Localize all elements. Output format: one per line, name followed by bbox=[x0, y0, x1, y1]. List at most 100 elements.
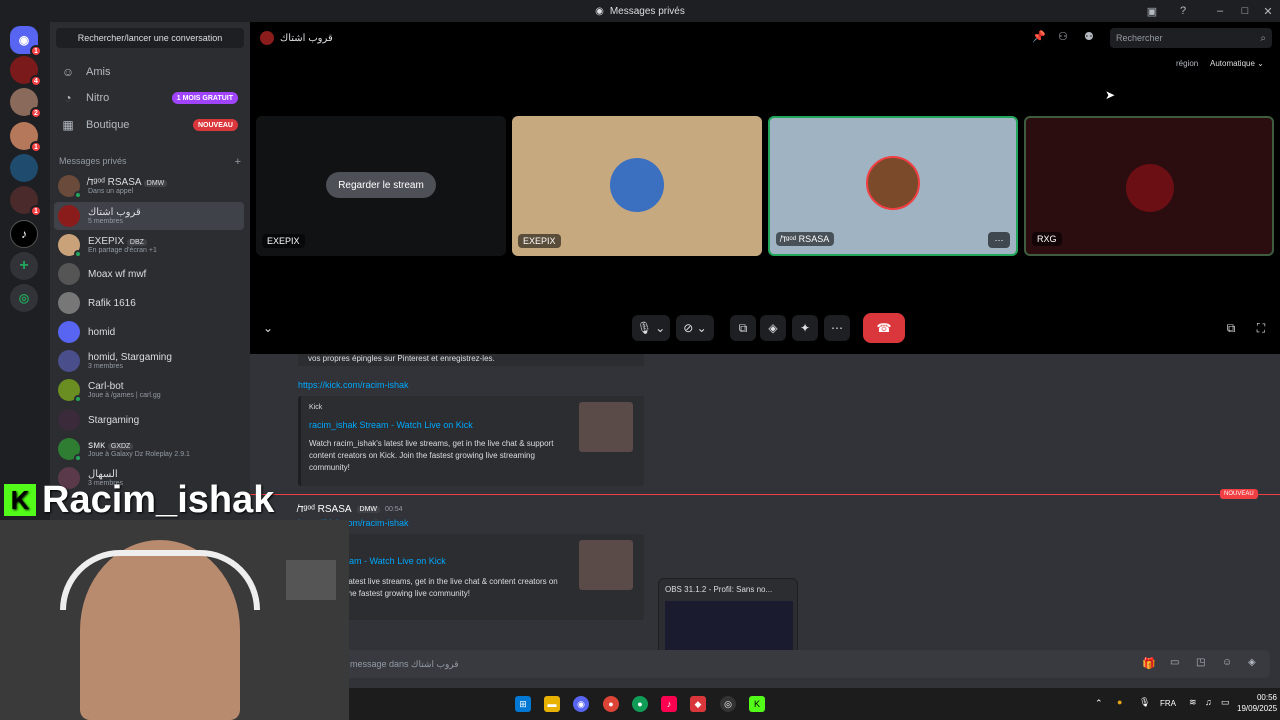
server-icon[interactable]: 1 bbox=[10, 186, 42, 217]
add-friends-icon[interactable]: ⚇ bbox=[1058, 30, 1068, 43]
inbox-icon[interactable]: ▣ bbox=[1140, 0, 1164, 22]
chrome-alt-icon[interactable]: ● bbox=[632, 696, 648, 712]
webcam-overlay bbox=[0, 520, 349, 720]
capcut-icon[interactable]: ♪ bbox=[661, 696, 677, 712]
dm-item[interactable]: ꜱᴍᴋ GXDZ Joue à Galaxy Dz Roleplay 2.9.1 bbox=[54, 435, 244, 463]
embed-description: Watch racim_ishak's latest live streams,… bbox=[309, 439, 554, 472]
avatar bbox=[58, 234, 82, 258]
chrome-icon[interactable]: ● bbox=[603, 696, 619, 712]
participant-tile-speaking[interactable]: ד̸ᵍᵒᵈ RSASA ⋯ bbox=[768, 116, 1018, 256]
dm-item[interactable]: Rafik 1616 bbox=[54, 289, 244, 317]
tray-chevron-icon[interactable]: ⌃ bbox=[1095, 698, 1103, 709]
tray-mic-icon[interactable]: 🎙 bbox=[1139, 697, 1150, 708]
dm-item[interactable]: ד̸ᵍᵒᵈ RSASA DMW Dans un appel bbox=[54, 172, 244, 200]
participant-avatar bbox=[866, 156, 920, 210]
nav-shop[interactable]: ▦ Boutique NOUVEAU bbox=[54, 113, 246, 137]
dm-item[interactable]: Moax wf mwf bbox=[54, 260, 244, 288]
server-icon[interactable]: 4 bbox=[10, 56, 42, 87]
dm-item[interactable]: Carl-bot Joue à /games | carl.gg bbox=[54, 376, 244, 404]
dm-item[interactable]: EXEPIX DBZ En partage d'écran +1 bbox=[54, 231, 244, 259]
screen-share-button[interactable]: ⧉ bbox=[730, 315, 756, 341]
participant-avatar bbox=[1126, 164, 1174, 212]
discord-icon: ◉ bbox=[595, 5, 604, 17]
activities-icon[interactable]: ◈ bbox=[760, 315, 786, 341]
participant-avatar bbox=[610, 158, 664, 212]
dm-name: Stargaming bbox=[88, 414, 140, 426]
discord-taskbar-icon[interactable]: ◉ bbox=[573, 696, 589, 712]
nitro-promo-badge: 1 MOIS GRATUIT bbox=[171, 92, 238, 104]
popout-icon[interactable]: ⧉ bbox=[1222, 315, 1240, 341]
avatar bbox=[58, 350, 80, 372]
windows-start-icon[interactable]: ⊞ bbox=[515, 696, 531, 712]
microphone-button[interactable]: 🎙 ⌄ bbox=[632, 315, 670, 341]
wifi-icon[interactable]: ≋ bbox=[1189, 697, 1197, 708]
add-dm-icon[interactable]: + bbox=[235, 156, 241, 168]
app-icon[interactable]: ◆ bbox=[690, 696, 706, 712]
dm-name: EXEPIX bbox=[88, 235, 125, 247]
close-button[interactable]: ✕ bbox=[1256, 0, 1280, 22]
message-author[interactable]: ד̸ᵍᵒᵈ RSASA bbox=[298, 504, 352, 515]
nav-friends[interactable]: ☺ Amis bbox=[54, 60, 246, 84]
maximize-button[interactable]: □ bbox=[1233, 0, 1257, 22]
pin-icon[interactable]: 📌 bbox=[1032, 30, 1046, 43]
dm-name: homid, Stargaming bbox=[88, 351, 172, 363]
discover-icon[interactable]: ◎ bbox=[10, 284, 38, 312]
camera-button[interactable]: ⊘ ⌄ bbox=[676, 315, 714, 341]
server-icon[interactable] bbox=[10, 154, 38, 182]
more-icon[interactable]: ⋯ bbox=[988, 232, 1010, 248]
gift-icon[interactable]: 🎁 bbox=[1142, 657, 1156, 670]
server-icon[interactable]: 2 bbox=[10, 88, 42, 119]
watch-stream-button[interactable]: Regarder le stream bbox=[326, 172, 436, 198]
embed-provider: Kick bbox=[309, 404, 323, 411]
dm-header-label: Messages privés bbox=[59, 156, 127, 166]
message-link[interactable]: https://kick.com/racim-ishak bbox=[298, 380, 409, 390]
kick-icon[interactable]: K bbox=[749, 696, 765, 712]
apps-icon[interactable]: ◈ bbox=[1248, 657, 1256, 668]
language-indicator[interactable]: FRA bbox=[1160, 699, 1176, 708]
dm-status: 5 membres bbox=[88, 217, 124, 225]
region-label: région bbox=[1176, 59, 1199, 68]
nav-label: Amis bbox=[86, 66, 111, 78]
obs-icon[interactable]: ◎ bbox=[720, 696, 736, 712]
home-button[interactable]: ◉ 1 bbox=[10, 26, 42, 57]
dm-item-selected[interactable]: قروب اشتاك 5 membres bbox=[54, 202, 244, 230]
group-title: قروب اشتاك bbox=[280, 32, 333, 44]
nav-nitro[interactable]: ◔ Nitro 1 MOIS GRATUIT bbox=[54, 86, 246, 110]
help-icon[interactable]: ? bbox=[1171, 0, 1195, 22]
search-input[interactable]: Rechercher ⌕ bbox=[1110, 28, 1272, 48]
region-select[interactable]: Automatique ⌄ bbox=[1210, 59, 1264, 68]
tray-app-icon[interactable]: ● bbox=[1117, 697, 1122, 707]
participant-tile[interactable]: EXEPIX bbox=[512, 116, 762, 256]
region-value: Automatique bbox=[1210, 59, 1255, 68]
message-input-placeholder: message dans قروب اشتاك bbox=[350, 659, 459, 669]
file-explorer-icon[interactable]: ▬ bbox=[544, 696, 560, 712]
minimize-button[interactable]: – bbox=[1208, 0, 1232, 22]
gif-icon[interactable]: ▭ bbox=[1170, 657, 1179, 668]
members-icon[interactable]: ⚉ bbox=[1084, 30, 1094, 43]
more-options-icon[interactable]: ⋯ bbox=[824, 315, 850, 341]
dm-item[interactable]: Stargaming bbox=[54, 406, 244, 434]
add-server-button[interactable]: + bbox=[10, 252, 38, 280]
emoji-icon[interactable]: ☺ bbox=[1222, 657, 1232, 668]
fullscreen-icon[interactable]: ⛶ bbox=[1252, 315, 1270, 341]
stream-tile[interactable]: Regarder le stream EXEPIX bbox=[256, 116, 506, 256]
dm-search-button[interactable]: Rechercher/lancer une conversation bbox=[56, 28, 244, 48]
embed-title[interactable]: racim_ishak Stream - Watch Live on Kick bbox=[309, 420, 473, 430]
soundboard-icon[interactable]: ✦ bbox=[792, 315, 818, 341]
message-header: ד̸ᵍᵒᵈ RSASA DMW 00:54 bbox=[298, 504, 403, 515]
group-avatar bbox=[260, 31, 274, 45]
search-placeholder: Rechercher bbox=[1116, 33, 1163, 43]
server-icon[interactable]: 1 bbox=[10, 122, 42, 153]
collapse-icon[interactable]: ⌄ bbox=[260, 315, 276, 341]
clock[interactable]: 00:56 19/09/2025 bbox=[1237, 692, 1277, 714]
battery-icon[interactable]: ▭ bbox=[1221, 697, 1230, 708]
tiktok-server-icon[interactable]: ♪ bbox=[10, 220, 38, 248]
participant-tile[interactable]: RXG bbox=[1024, 116, 1274, 256]
tile-label: ד̸ᵍᵒᵈ RSASA bbox=[776, 232, 835, 246]
hangup-button[interactable]: ☎ bbox=[863, 313, 905, 343]
dm-item[interactable]: homid bbox=[54, 318, 244, 346]
sticker-icon[interactable]: ◳ bbox=[1196, 657, 1205, 668]
volume-icon[interactable]: ♫ bbox=[1205, 697, 1212, 707]
message-input[interactable]: message dans قروب اشتاك 🎁 ▭ ◳ ☺ ◈ bbox=[290, 650, 1270, 678]
dm-item[interactable]: homid, Stargaming 3 membres bbox=[54, 347, 244, 375]
